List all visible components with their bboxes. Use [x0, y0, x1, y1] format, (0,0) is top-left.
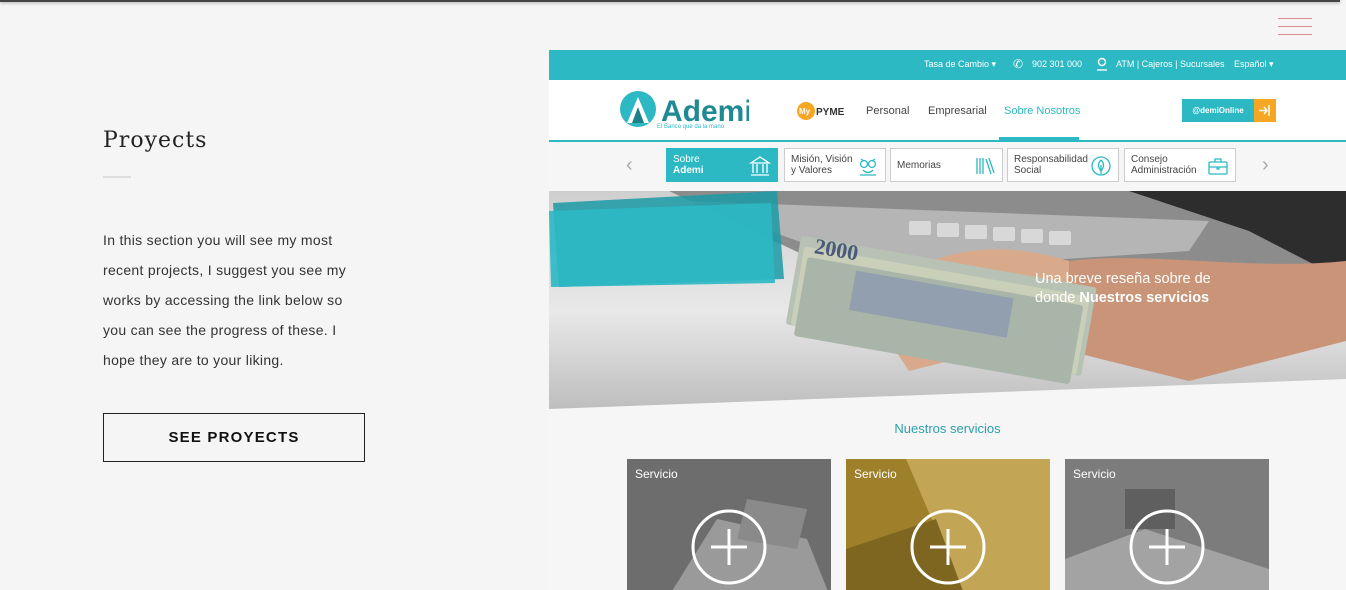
service-card-3[interactable]: Servicio [1065, 459, 1269, 590]
service-card-1[interactable]: Servicio [627, 459, 831, 590]
subnav-mision-vision[interactable]: Misión, Visión y Valores [784, 148, 886, 182]
nav-personal[interactable]: Personal [866, 105, 909, 117]
owl-icon [857, 155, 879, 177]
phone-icon: ✆ [1013, 57, 1024, 71]
logo-tagline: El Banco que da la mano [657, 124, 725, 130]
books-icon [974, 155, 996, 177]
chevron-left-icon[interactable]: ‹ [626, 154, 633, 177]
ademi-online-button[interactable]: @demiOnline [1182, 99, 1276, 122]
chevron-right-icon[interactable]: › [1262, 154, 1269, 177]
subnav-consejo-administracion[interactable]: Consejo Administración [1124, 148, 1236, 182]
see-proyects-button[interactable]: SEE PROYECTS [103, 413, 365, 462]
mypyme-logo[interactable]: My PYME [797, 100, 847, 122]
hero-caption-box [549, 191, 784, 287]
section-title: Proyects [103, 128, 208, 153]
leaf-icon [1090, 155, 1112, 177]
plus-icon [691, 509, 767, 585]
section-description: In this section you will see my most rec… [103, 232, 346, 368]
service-card-label: Servicio [1073, 467, 1116, 481]
nav-active-indicator [999, 137, 1079, 140]
service-card-2[interactable]: Servicio [846, 459, 1050, 590]
svg-text:PYME: PYME [816, 107, 845, 118]
service-card-label: Servicio [854, 467, 897, 481]
preview-topbar: Tasa de Cambio ▾ ✆ 902 301 000 ATM | Caj… [549, 50, 1346, 80]
hero-banner: 2000 Una breve reseña sobre de donde Nue… [549, 191, 1346, 411]
preview-navbar: Ademi El Banco que da la mano My PYME Pe… [549, 80, 1346, 142]
title-divider [103, 176, 131, 178]
plus-icon [1129, 509, 1205, 585]
subnav-responsabilidad-social[interactable]: Responsabilidad Social [1007, 148, 1119, 182]
phone-number: 902 301 000 [1032, 59, 1083, 69]
subnav-sobre-ademi[interactable]: Sobre Ademi [666, 148, 778, 182]
location-pin-icon [1096, 57, 1108, 73]
hamburger-icon[interactable] [1278, 16, 1312, 38]
services-title: Nuestros servicios [894, 421, 1001, 436]
briefcase-icon [1207, 155, 1229, 177]
preview-subnav: ‹ Sobre Ademi Misión, Visión y Valores Mem… [549, 142, 1346, 191]
subnav-memorias[interactable]: Memorias [890, 148, 1003, 182]
plus-icon [910, 509, 986, 585]
service-card-label: Servicio [635, 467, 678, 481]
svg-text:My: My [799, 107, 811, 116]
nav-sobre-nosotros[interactable]: Sobre Nosotros [1004, 105, 1080, 117]
project-preview-screenshot[interactable]: Tasa de Cambio ▾ ✆ 902 301 000 ATM | Caj… [549, 50, 1346, 590]
language-select: Español ▾ [1234, 59, 1274, 69]
atm-links: ATM | Cajeros | Sucursales [1116, 59, 1225, 69]
top-shadow-line [0, 0, 1340, 2]
bank-icon [748, 155, 772, 177]
exchange-rate-link: Tasa de Cambio ▾ [924, 59, 997, 69]
hero-caption: Una breve reseña sobre de donde Nuestros… [1035, 271, 1211, 306]
login-arrow-icon [1254, 99, 1276, 122]
nav-empresarial[interactable]: Empresarial [928, 105, 987, 117]
